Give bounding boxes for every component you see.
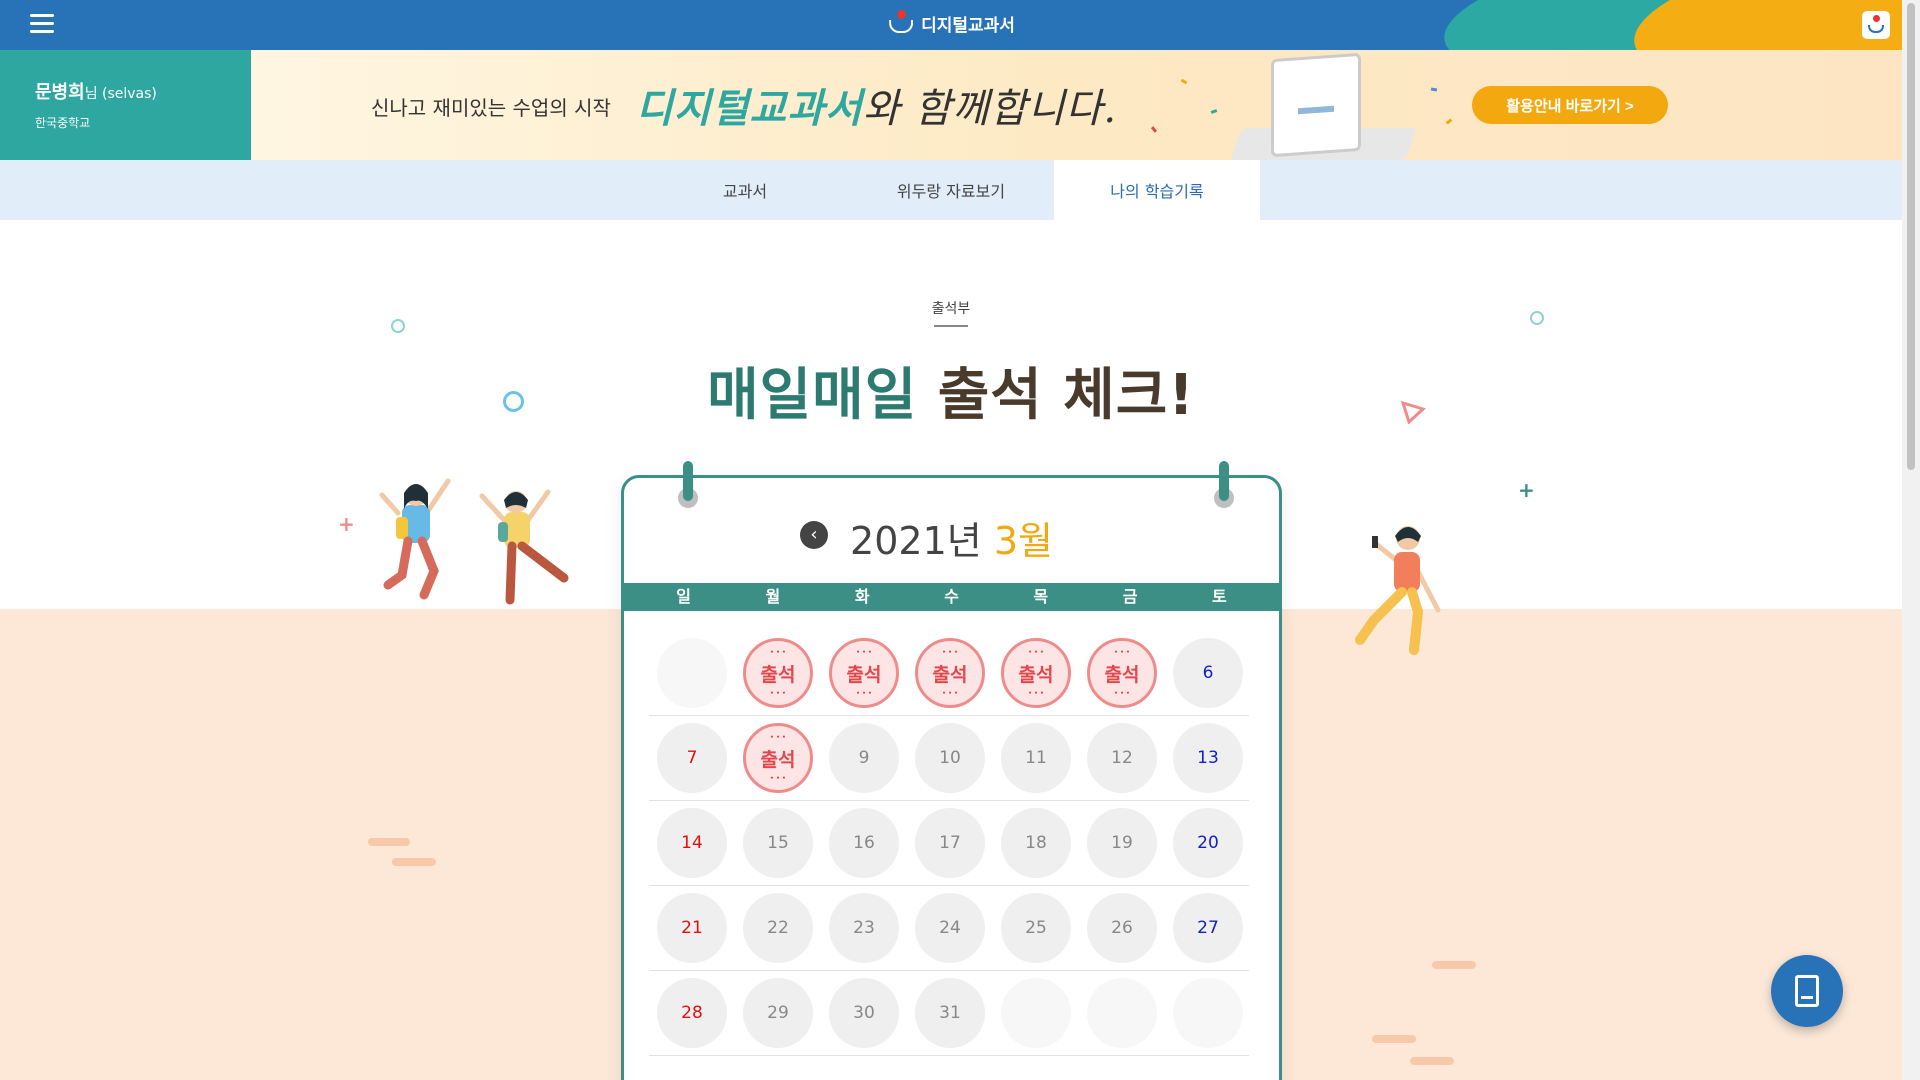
kid-illustration-right [1355, 526, 1441, 655]
hamburger-icon[interactable] [30, 14, 54, 36]
calendar-month: 3월 [993, 519, 1053, 563]
calendar-day[interactable]: 7 [657, 723, 727, 793]
decor-plus: + [338, 512, 355, 536]
section-underline [934, 325, 968, 327]
calendar-day[interactable]: 15 [743, 808, 813, 878]
calendar-day[interactable]: 21 [657, 893, 727, 963]
page-scrollbar[interactable] [1902, 0, 1920, 1080]
calendar-empty-cell [1001, 978, 1071, 1048]
digital-textbook-logo-icon [887, 10, 915, 36]
attendance-stamp[interactable]: 출석 [743, 638, 813, 708]
calendar-day[interactable]: 13 [1173, 723, 1243, 793]
page-title: 매일매일 출석 체크! [707, 363, 1195, 428]
calendar-year: 2021년 [850, 519, 982, 563]
promo-banner: 신나고 재미있는 수업의 시작 디지털교과서와 함께합니다. 활용안내 바로가기… [251, 50, 1902, 160]
attendance-stamp[interactable]: 출석 [743, 723, 813, 793]
decor-plus: + [1518, 478, 1535, 502]
attendance-stamp[interactable]: 출석 [1001, 638, 1071, 708]
section-label: 출석부 [931, 301, 971, 317]
calendar-empty-cell [1173, 978, 1243, 1048]
tab-textbook[interactable]: 교과서 [642, 160, 848, 220]
book-icon [1795, 975, 1819, 1007]
tab-wedorang[interactable]: 위두랑 자료보기 [848, 160, 1054, 220]
calendar-day[interactable]: 20 [1173, 808, 1243, 878]
calendar-day[interactable]: 29 [743, 978, 813, 1048]
attendance-calendar: ‹ 2021년 3월 일월화수목금토 출석출석출석출석출석67출석9101112… [621, 461, 1282, 1080]
weekday-label: 금 [1122, 587, 1138, 606]
user-name: 문병희님 (selvas) [35, 82, 157, 103]
calendar-day[interactable]: 28 [657, 978, 727, 1048]
calendar-day[interactable]: 17 [915, 808, 985, 878]
weekday-label: 월 [765, 587, 781, 606]
calendar-week-row: 21 22 23 24 25 26 27 [649, 886, 1249, 971]
decor-circle [503, 391, 524, 412]
weekday-label: 수 [944, 587, 959, 606]
calendar-day[interactable]: 25 [1001, 893, 1071, 963]
guide-link-button[interactable]: 활용안내 바로가기 > [1472, 86, 1668, 124]
calendar-grid: 출석출석출석출석출석67출석91011121314151617181920212… [649, 631, 1249, 1056]
calendar-day[interactable]: 16 [829, 808, 899, 878]
calendar-day[interactable]: 22 [743, 893, 813, 963]
tab-my-learning-record[interactable]: 나의 학습기록 [1054, 160, 1260, 220]
decorative-wave [1624, 0, 1902, 50]
calendar-day[interactable]: 19 [1087, 808, 1157, 878]
attendance-stamp[interactable]: 출석 [1087, 638, 1157, 708]
weekday-label: 일 [676, 587, 691, 606]
decor-dash [368, 838, 410, 846]
calendar-day[interactable]: 30 [829, 978, 899, 1048]
weekday-label: 화 [854, 587, 870, 606]
weekday-header: 일월화수목금토 [624, 583, 1279, 611]
attendance-stamp[interactable]: 출석 [915, 638, 985, 708]
calendar-day[interactable]: 31 [915, 978, 985, 1048]
decor-dash [1372, 1035, 1416, 1043]
attendance-stamp[interactable]: 출석 [829, 638, 899, 708]
decor-dash [392, 858, 436, 866]
calendar-day[interactable]: 14 [657, 808, 727, 878]
calendar-empty-cell [657, 638, 727, 708]
user-info: 문병희님 (selvas) 한국중학교 [0, 50, 251, 160]
calendar-day[interactable]: 24 [915, 893, 985, 963]
calendar-ring [1219, 461, 1229, 501]
banner-tagline: 신나고 재미있는 수업의 시작 [371, 96, 611, 120]
kid-illustration-left-2 [479, 489, 569, 605]
top-bar: 디지털교과서 [0, 0, 1902, 50]
main-tabs: 교과서 위두랑 자료보기 나의 학습기록 [0, 160, 1902, 220]
user-school: 한국중학교 [35, 116, 91, 130]
kid-illustration-left-1 [379, 478, 451, 600]
decor-dash [1410, 1057, 1454, 1065]
decor-dash [1432, 961, 1476, 969]
scrollbar-thumb[interactable] [1907, 3, 1915, 470]
calendar-day[interactable]: 10 [915, 723, 985, 793]
tablet-illustration [1230, 52, 1417, 160]
calendar-ring [683, 461, 693, 501]
weekday-label: 토 [1211, 587, 1227, 606]
banner-brand: 디지털교과서와 함께합니다. [636, 85, 1118, 132]
calendar-day[interactable]: 11 [1001, 723, 1071, 793]
app-icon[interactable] [1862, 11, 1890, 39]
decor-circle [1530, 311, 1544, 325]
app-logo-text: 디지털교과서 [921, 15, 1015, 36]
textbook-fab-button[interactable] [1771, 955, 1843, 1027]
calendar-day[interactable]: 9 [829, 723, 899, 793]
weekday-label: 목 [1033, 587, 1049, 606]
calendar-title: 2021년 3월 [624, 510, 1279, 565]
calendar-day[interactable]: 27 [1173, 893, 1243, 963]
decor-triangle [1400, 400, 1426, 424]
calendar-day[interactable]: 12 [1087, 723, 1157, 793]
calendar-day[interactable]: 18 [1001, 808, 1071, 878]
app-logo[interactable]: 디지털교과서 [887, 10, 1015, 36]
calendar-day[interactable]: 23 [829, 893, 899, 963]
calendar-week-row: 출석출석출석출석출석6 [649, 631, 1249, 716]
calendar-week-row: 7출석910111213 [649, 716, 1249, 801]
calendar-day[interactable]: 6 [1173, 638, 1243, 708]
calendar-week-row: 28 29 30 31 [649, 971, 1249, 1056]
calendar-day[interactable]: 26 [1087, 893, 1157, 963]
calendar-week-row: 14 15 16 17 18 19 20 [649, 801, 1249, 886]
decor-circle [391, 319, 405, 333]
calendar-empty-cell [1087, 978, 1157, 1048]
